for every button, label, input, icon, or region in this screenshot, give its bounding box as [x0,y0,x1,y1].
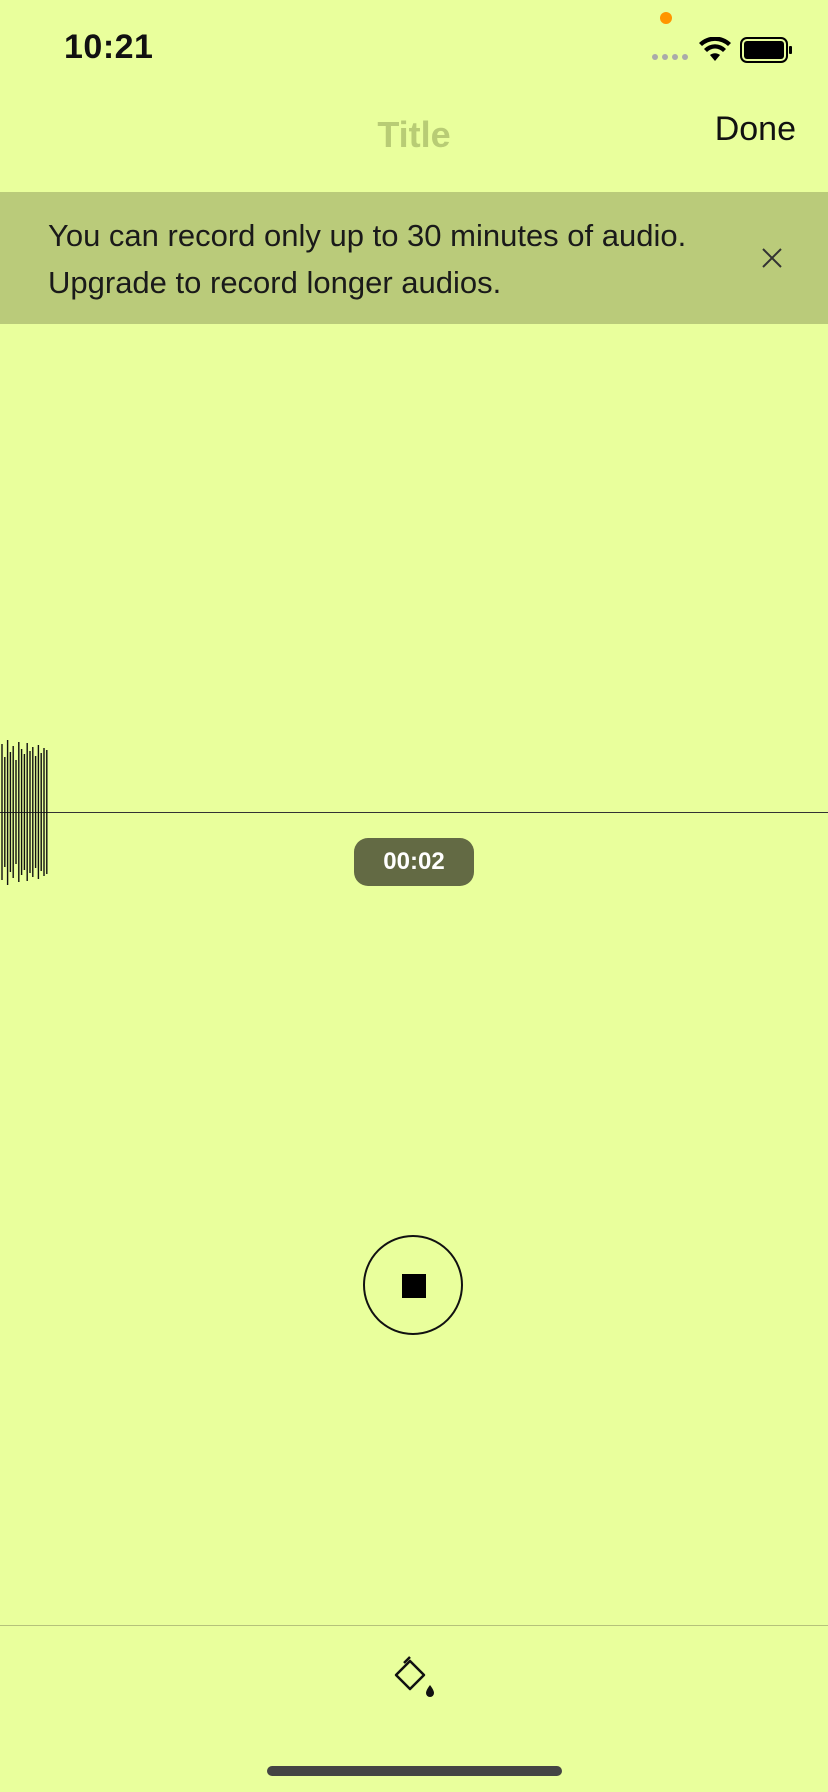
waveform-baseline [0,812,828,813]
banner-message: You can record only up to 30 minutes of … [48,218,687,300]
stop-recording-button[interactable] [363,1235,463,1335]
cellular-signal-icon [652,54,688,60]
wifi-icon [699,37,731,61]
status-time: 10:21 [64,28,154,66]
battery-icon [740,37,792,63]
home-indicator [267,1766,562,1776]
audio-waveform [1,740,48,885]
paint-bucket-icon[interactable] [390,1655,438,1703]
toolbar-divider [0,1625,828,1626]
microphone-indicator-icon [660,12,672,24]
close-icon[interactable] [760,246,784,270]
elapsed-time-badge: 00:02 [354,838,474,886]
status-bar: 10:21 [0,0,828,100]
stop-icon [402,1274,426,1298]
done-button[interactable]: Done [715,110,796,149]
upgrade-banner: You can record only up to 30 minutes of … [0,192,828,324]
page-title[interactable]: Title [0,114,828,156]
